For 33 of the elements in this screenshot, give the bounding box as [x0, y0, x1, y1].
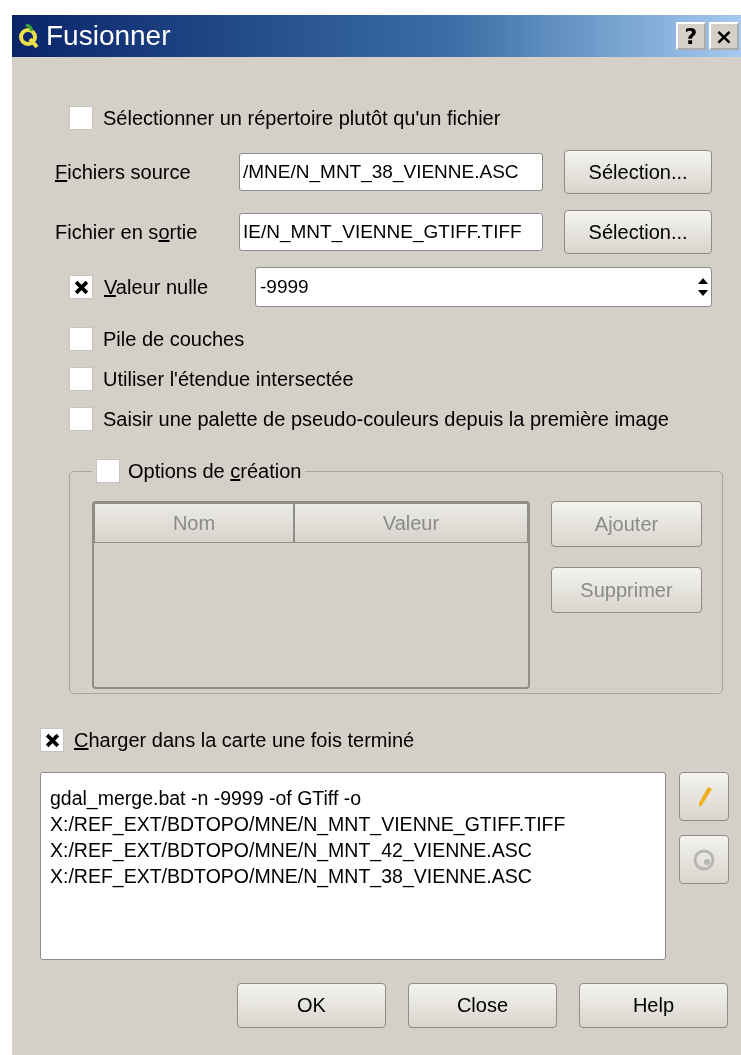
- field-label: Fichiers source: [55, 160, 191, 184]
- checkbox[interactable]: [69, 106, 93, 130]
- checkbox[interactable]: [69, 275, 93, 299]
- checkbox-label: Charger dans la carte une fois terminé: [74, 728, 415, 752]
- help-button[interactable]: ?: [676, 22, 706, 50]
- dialog-button[interactable]: OK: [237, 983, 386, 1028]
- field-label: Fichier en sortie: [55, 220, 198, 244]
- close-button[interactable]: ×: [709, 22, 739, 50]
- checkbox-label: Saisir une palette de pseudo-couleurs depuis la première image: [103, 407, 669, 431]
- check-mark-icon: [73, 279, 89, 295]
- app-logo-icon: [18, 23, 40, 49]
- checkbox[interactable]: [69, 367, 93, 391]
- checkbox-label: Pile de couches: [103, 327, 245, 351]
- dialog-button[interactable]: Help: [579, 983, 728, 1028]
- checkbox[interactable]: [69, 327, 93, 351]
- reset-icon: [692, 847, 716, 872]
- file-path-field[interactable]: IE/N_MNT_VIENNE_GTIFF.TIFF: [239, 213, 544, 251]
- select-button[interactable]: Sélection...: [564, 150, 712, 194]
- group-title: Options de création: [128, 459, 302, 483]
- check-mark-icon: [44, 732, 60, 748]
- spin-box[interactable]: -9999: [255, 267, 712, 307]
- edit-button[interactable]: [679, 772, 729, 821]
- file-path-field[interactable]: /MNE/N_MNT_38_VIENNE.ASC: [239, 153, 544, 191]
- checkbox[interactable]: [40, 728, 64, 752]
- select-button[interactable]: Sélection...: [564, 210, 712, 254]
- checkbox[interactable]: [69, 407, 93, 431]
- dialog-button[interactable]: Close: [408, 983, 557, 1028]
- command-text-area[interactable]: gdal_merge.bat -n -9999 -of GTiff -o X:/REF_EXT/BDTOPO/MNE/N_MNT_VIENNE_GTIFF.TIFF X:/REF_EXT/BDTOPO/MNE/N_MNT_42_VIENNE.ASC X:/REF_EXT/BDTOPO/MNE/N_MNT_38_VIENNE.ASC: [40, 772, 666, 960]
- checkbox-label: Sélectionner un répertoire plutôt qu'un fichier: [103, 106, 501, 130]
- checkbox-label: Utiliser l'étendue intersectée: [103, 367, 354, 391]
- number-input[interactable]: -9999: [256, 276, 695, 298]
- checkbox-label: Valeur nulle: [104, 275, 209, 299]
- window-title: Fusionner: [46, 20, 172, 52]
